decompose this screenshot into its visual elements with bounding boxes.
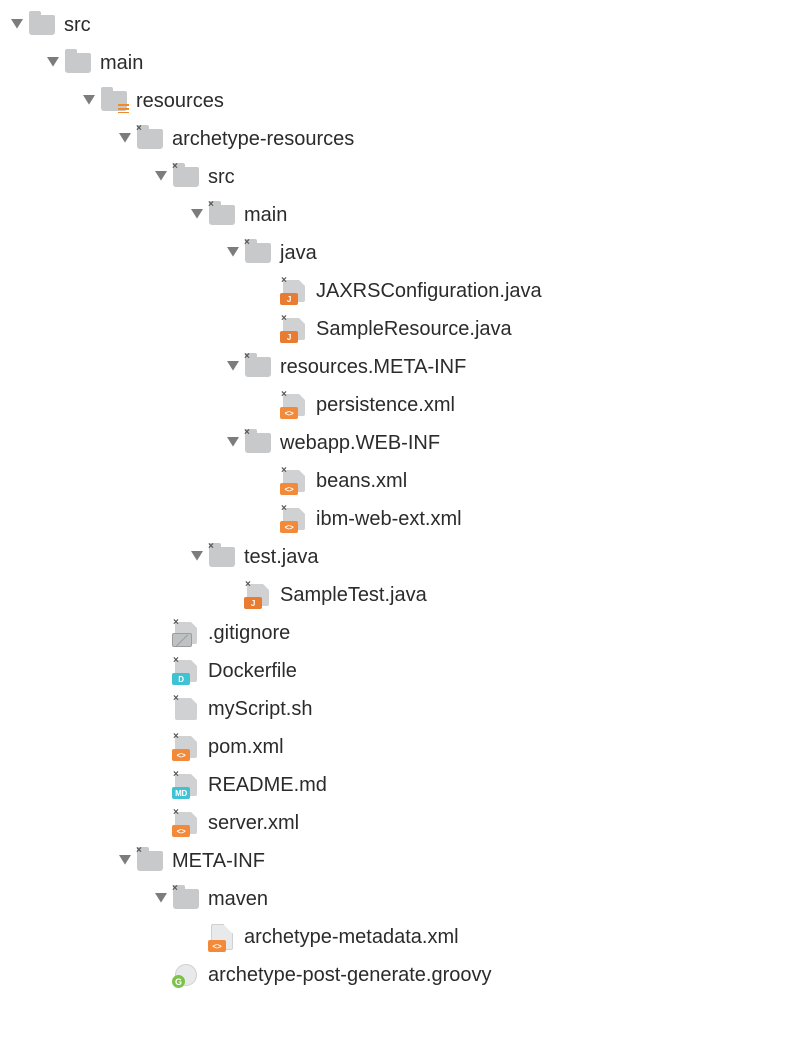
excluded-folder-icon: × <box>244 432 272 454</box>
xml-file-icon: × <box>280 508 308 530</box>
tree-item-label: resources.META-INF <box>280 356 466 379</box>
xml-file-icon <box>208 926 236 948</box>
expand-arrow-icon[interactable] <box>8 16 26 34</box>
tree-row[interactable]: × README.md <box>8 766 800 804</box>
expand-arrow-icon[interactable] <box>152 168 170 186</box>
folder-icon <box>28 14 56 36</box>
tree-row[interactable]: × webapp.WEB-INF <box>8 424 800 462</box>
excluded-folder-icon: × <box>172 888 200 910</box>
tree-row[interactable]: × main <box>8 196 800 234</box>
tree-row[interactable]: archetype-post-generate.groovy <box>8 956 800 994</box>
excluded-folder-icon: × <box>136 128 164 150</box>
groovy-file-icon <box>172 964 200 986</box>
tree-item-label: main <box>100 52 143 75</box>
tree-item-label: archetype-metadata.xml <box>244 926 459 949</box>
expand-arrow-icon[interactable] <box>116 852 134 870</box>
expand-arrow-icon[interactable] <box>116 130 134 148</box>
tree-item-label: .gitignore <box>208 622 290 645</box>
expand-arrow-icon[interactable] <box>224 244 242 262</box>
xml-file-icon: × <box>172 736 200 758</box>
expand-arrow-icon[interactable] <box>224 434 242 452</box>
tree-row[interactable]: × maven <box>8 880 800 918</box>
tree-row[interactable]: × Dockerfile <box>8 652 800 690</box>
xml-file-icon: × <box>280 470 308 492</box>
tree-item-label: JAXRSConfiguration.java <box>316 280 542 303</box>
tree-item-label: Dockerfile <box>208 660 297 683</box>
xml-file-icon: × <box>280 394 308 416</box>
tree-row[interactable]: × META-INF <box>8 842 800 880</box>
tree-item-label: src <box>64 14 91 37</box>
tree-row[interactable]: archetype-metadata.xml <box>8 918 800 956</box>
excluded-folder-icon: × <box>208 204 236 226</box>
java-file-icon: × <box>280 318 308 340</box>
tree-item-label: persistence.xml <box>316 394 455 417</box>
java-file-icon: × <box>244 584 272 606</box>
tree-row[interactable]: src <box>8 6 800 44</box>
expand-arrow-icon[interactable] <box>224 358 242 376</box>
tree-item-label: webapp.WEB-INF <box>280 432 440 455</box>
excluded-file-icon: × <box>172 698 200 720</box>
tree-item-label: server.xml <box>208 812 299 835</box>
gitignore-file-icon: × <box>172 622 200 644</box>
tree-row[interactable]: × .gitignore <box>8 614 800 652</box>
expand-arrow-icon[interactable] <box>44 54 62 72</box>
tree-row[interactable]: × server.xml <box>8 804 800 842</box>
expand-arrow-icon[interactable] <box>188 548 206 566</box>
tree-item-label: archetype-post-generate.groovy <box>208 964 492 987</box>
tree-row[interactable]: × pom.xml <box>8 728 800 766</box>
tree-item-label: beans.xml <box>316 470 407 493</box>
tree-row[interactable]: × JAXRSConfiguration.java <box>8 272 800 310</box>
excluded-folder-icon: × <box>208 546 236 568</box>
tree-row[interactable]: × src <box>8 158 800 196</box>
xml-file-icon: × <box>172 812 200 834</box>
tree-item-label: myScript.sh <box>208 698 312 721</box>
expand-arrow-icon[interactable] <box>152 890 170 908</box>
folder-icon <box>64 52 92 74</box>
tree-item-label: java <box>280 242 317 265</box>
tree-row[interactable]: × archetype-resources <box>8 120 800 158</box>
excluded-folder-icon: × <box>172 166 200 188</box>
markdown-file-icon: × <box>172 774 200 796</box>
excluded-folder-icon: × <box>136 850 164 872</box>
tree-item-label: maven <box>208 888 268 911</box>
tree-row[interactable]: × persistence.xml <box>8 386 800 424</box>
tree-row[interactable]: main <box>8 44 800 82</box>
java-file-icon: × <box>280 280 308 302</box>
docker-file-icon: × <box>172 660 200 682</box>
expand-arrow-icon[interactable] <box>188 206 206 224</box>
tree-item-label: archetype-resources <box>172 128 354 151</box>
excluded-folder-icon: × <box>244 242 272 264</box>
tree-item-label: META-INF <box>172 850 265 873</box>
tree-item-label: resources <box>136 90 224 113</box>
tree-item-label: pom.xml <box>208 736 284 759</box>
tree-row[interactable]: resources <box>8 82 800 120</box>
tree-item-label: SampleResource.java <box>316 318 512 341</box>
tree-item-label: test.java <box>244 546 318 569</box>
tree-item-label: src <box>208 166 235 189</box>
expand-arrow-icon[interactable] <box>80 92 98 110</box>
tree-row[interactable]: × SampleResource.java <box>8 310 800 348</box>
tree-item-label: README.md <box>208 774 327 797</box>
tree-row[interactable]: × resources.META-INF <box>8 348 800 386</box>
resources-folder-icon <box>100 90 128 112</box>
tree-row[interactable]: × myScript.sh <box>8 690 800 728</box>
tree-row[interactable]: × SampleTest.java <box>8 576 800 614</box>
tree-item-label: ibm-web-ext.xml <box>316 508 462 531</box>
tree-row[interactable]: × ibm-web-ext.xml <box>8 500 800 538</box>
tree-item-label: SampleTest.java <box>280 584 427 607</box>
project-tree: srcmainresources×archetype-resources×src… <box>0 0 808 1014</box>
tree-row[interactable]: × beans.xml <box>8 462 800 500</box>
tree-item-label: main <box>244 204 287 227</box>
tree-row[interactable]: × java <box>8 234 800 272</box>
excluded-folder-icon: × <box>244 356 272 378</box>
tree-row[interactable]: × test.java <box>8 538 800 576</box>
